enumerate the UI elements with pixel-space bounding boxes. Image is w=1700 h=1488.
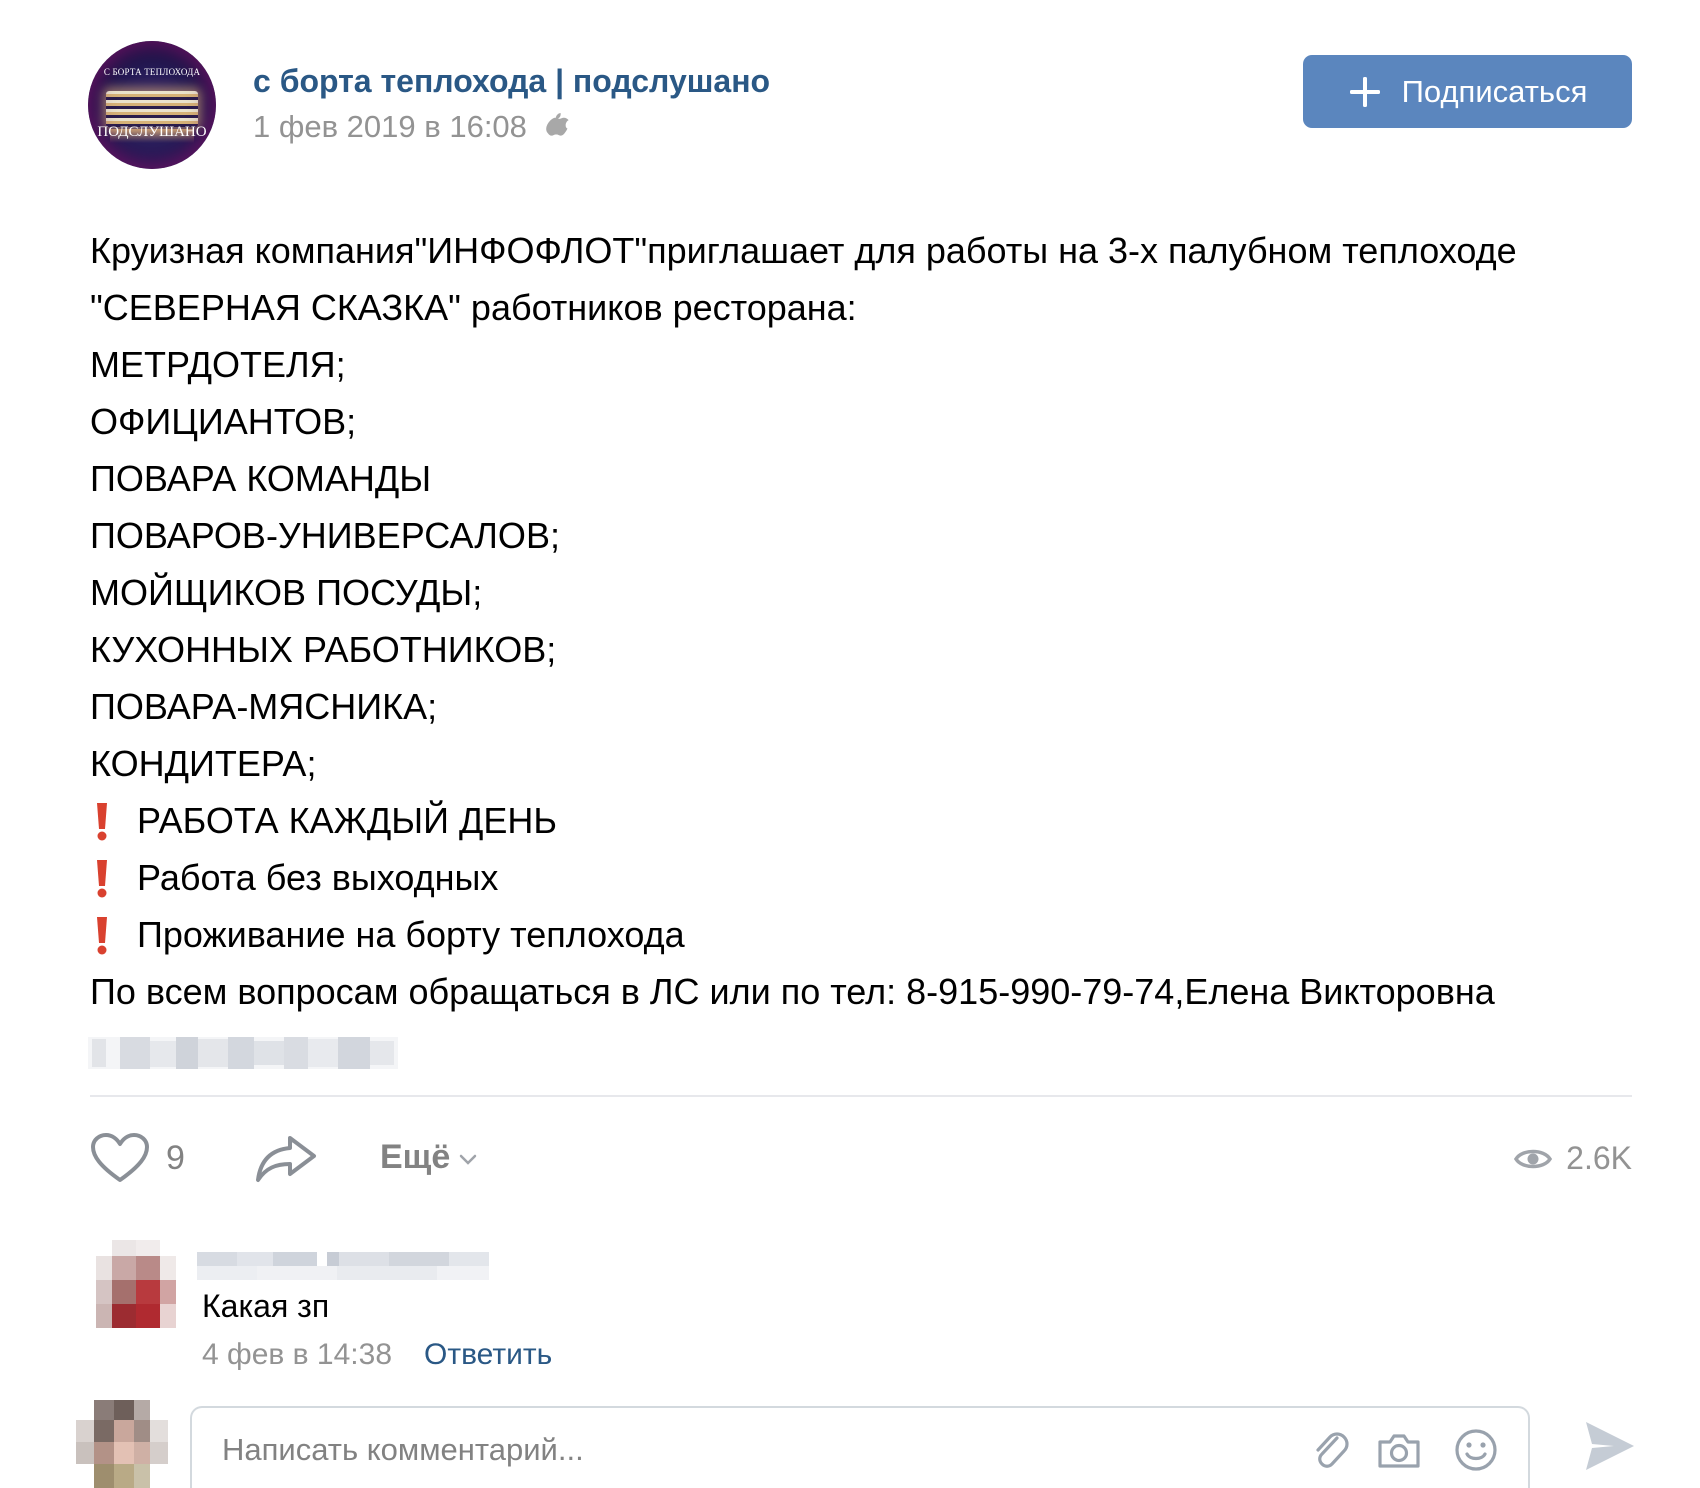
camera-icon[interactable] [1376, 1430, 1422, 1470]
share-icon[interactable] [254, 1134, 318, 1184]
comment-input[interactable] [220, 1426, 1274, 1474]
current-user-avatar [76, 1400, 168, 1488]
post-text-line: МОЙЩИКОВ ПОСУДЫ; [90, 572, 483, 613]
wall-post: С БОРТА ТЕПЛОХОДА ПОДСЛУШАНО с борта теп… [0, 0, 1700, 1488]
highlight-line: Проживание на борту теплохода [90, 906, 1650, 963]
comment-author-name[interactable] [197, 1248, 489, 1282]
pixelated-signature [88, 1037, 398, 1069]
smile-icon[interactable] [1454, 1428, 1498, 1472]
post-text-line: КУХОННЫХ РАБОТНИКОВ; [90, 629, 557, 670]
post-text: Круизная компания"ИНФОФЛОТ"приглашает дл… [90, 222, 1650, 1020]
eye-icon [1514, 1149, 1553, 1168]
post-text-line: МЕТРДОТЕЛЯ; [90, 344, 346, 385]
highlight-text: Работа без выходных [137, 857, 499, 898]
post-date[interactable]: 1 фев 2019 в 16:08 [253, 109, 527, 144]
avatar-top-text: С БОРТА ТЕПЛОХОДА [103, 67, 201, 77]
plus-icon [1349, 76, 1380, 107]
highlight-line: Работа без выходных [90, 849, 1650, 906]
more-button[interactable]: Ещё [380, 1138, 478, 1177]
post-text-line: КОНДИТЕРА; [90, 743, 317, 784]
heart-icon [91, 1133, 149, 1182]
highlight-text: Проживание на борту теплохода [137, 914, 685, 955]
views-count: 2.6K [1566, 1140, 1632, 1176]
more-label: Ещё [380, 1138, 451, 1176]
group-name-link[interactable]: с борта теплохода | подслушано [253, 63, 770, 100]
exclamation-icon [97, 802, 107, 840]
views-counter: 2.6K [1514, 1140, 1632, 1177]
subscribe-label: Подписаться [1401, 73, 1588, 109]
post-text-line: Круизная компания"ИНФОФЛОТ"приглашает дл… [90, 230, 1517, 271]
post-text-line: ПОВАРОВ-УНИВЕРСАЛОВ; [90, 515, 560, 556]
comment-text: Какая зп [202, 1288, 330, 1324]
apple-icon [545, 113, 569, 136]
comment-author-avatar[interactable] [88, 1240, 184, 1336]
subscribe-button[interactable]: Подписаться [1303, 55, 1632, 128]
contact-line: По всем вопросам обращаться в ЛС или по … [90, 971, 1495, 1012]
highlight-line: РАБОТА КАЖДЫЙ ДЕНЬ [90, 792, 1650, 849]
like-count: 9 [166, 1138, 185, 1177]
post-text-line: ОФИЦИАНТОВ; [90, 401, 357, 442]
chevron-down-icon [460, 1154, 477, 1165]
post-divider [90, 1095, 1632, 1097]
avatar-bottom-text: ПОДСЛУШАНО [97, 124, 207, 140]
send-icon[interactable] [1584, 1418, 1636, 1474]
exclamation-icon [97, 916, 107, 954]
reply-link[interactable]: Ответить [424, 1338, 552, 1372]
post-text-line: ПОВАРА КОМАНДЫ [90, 458, 432, 499]
comment-date[interactable]: 4 фев в 14:38 [202, 1338, 392, 1372]
post-actions: 9 Ещё 2.6K [90, 1130, 1632, 1190]
post-date-row: 1 фев 2019 в 16:08 [253, 109, 572, 145]
group-avatar[interactable]: С БОРТА ТЕПЛОХОДА ПОДСЛУШАНО [88, 41, 216, 169]
exclamation-icon [97, 859, 107, 897]
paperclip-icon[interactable] [1310, 1428, 1350, 1472]
like-button[interactable]: 9 [90, 1132, 185, 1184]
highlight-text: РАБОТА КАЖДЫЙ ДЕНЬ [137, 800, 558, 841]
comment-composer [190, 1406, 1530, 1488]
post-text-line: ПОВАРА-МЯСНИКА; [90, 686, 438, 727]
post-text-line: "СЕВЕРНАЯ СКАЗКА" работников ресторана: [90, 287, 857, 328]
